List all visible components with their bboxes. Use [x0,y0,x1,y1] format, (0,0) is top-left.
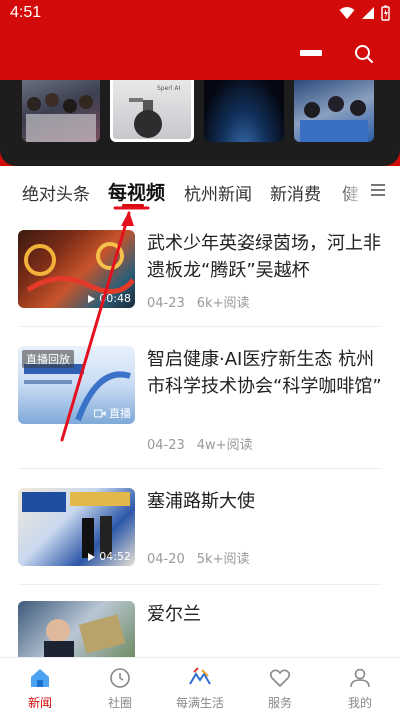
news-thumbnail: 00:48 [18,230,135,308]
signal-icon [362,7,374,19]
carousel-item-crowd[interactable] [22,80,100,142]
nav-label: 我的 [347,696,372,710]
tab-fade [338,174,364,208]
carousel-item-earth-space[interactable] [204,80,284,142]
news-item[interactable]: 爱尔兰 [18,601,382,657]
nav-profile[interactable]: 我的 [320,658,400,711]
carousel-section: Sperl AI [0,80,400,166]
play-icon [88,294,96,303]
play-icon [88,552,96,561]
news-date: 04-23 [147,296,185,311]
nav-community[interactable]: 社圈 [80,658,160,711]
status-bar: 4:51 [0,0,400,28]
news-date: 04-23 [147,438,185,453]
search-icon[interactable] [352,42,376,66]
news-date: 04-20 [147,552,185,567]
bottom-nav: 新闻 社圈 每满生活 服务 我的 [0,657,400,711]
status-time: 4:51 [10,4,42,21]
app-header [0,28,400,80]
nav-label: 服务 [267,696,292,710]
tab-video[interactable]: 每视频 [108,178,165,205]
menu-icon[interactable] [368,180,388,200]
news-title[interactable]: 武术少年英姿绿茵场，河上非遗板龙“腾跃”吴越杯 [147,230,382,284]
video-duration: 00:48 [87,292,131,305]
active-tab-indicator [122,204,144,207]
video-duration: 04:52 [87,550,131,563]
news-thumbnail: 04:52 [18,488,135,566]
news-title[interactable]: 塞浦路斯大使 [147,488,382,515]
svg-text:Sperl AI: Sperl AI [157,85,180,92]
live-label: 直播 [94,405,131,421]
news-reads: 4w+阅读 [196,438,253,453]
tab-new-consumption[interactable]: 新消费 [270,180,321,205]
replay-badge: 直播回放 [22,350,74,368]
nav-label: 新闻 [27,696,52,710]
clock-icon [110,668,130,688]
logo-icon [189,667,211,685]
status-icons [339,5,390,21]
news-meta: 04-23 6k+阅读 [147,292,249,311]
user-icon [350,668,370,688]
news-meta: 04-20 5k+阅读 [147,548,249,567]
news-reads: 6k+阅读 [196,296,250,311]
nav-label: 每满生活 [175,696,224,710]
divider [18,326,382,327]
news-reads: 5k+阅读 [196,552,250,567]
crowd-image [26,93,96,142]
news-thumbnail: 直播回放 直播 [18,346,135,424]
heart-icon [269,669,291,688]
minus-icon[interactable] [300,50,322,56]
news-title[interactable]: 爱尔兰 [147,601,382,628]
news-item[interactable]: 00:48 武术少年英姿绿茵场，河上非遗板龙“腾跃”吴越杯 04-23 6k+阅读 [18,230,382,311]
wifi-icon [339,7,355,19]
carousel-item-students[interactable] [294,80,374,142]
carousel[interactable]: Sperl AI [0,80,400,166]
home-icon [31,669,49,687]
news-thumbnail [18,601,135,657]
divider [18,468,382,469]
students-image [300,96,368,142]
news-meta: 04-23 4w+阅读 [147,434,253,453]
tab-headline[interactable]: 绝对头条 [22,180,90,205]
news-item[interactable]: 直播回放 直播 智启健康·AI医疗新生态 杭州市科学技术协会“科学咖啡馆” 04… [18,346,382,453]
nav-life[interactable]: 每满生活 [160,658,240,711]
news-title[interactable]: 智启健康·AI医疗新生态 杭州市科学技术协会“科学咖啡馆” [147,346,382,400]
divider [18,584,382,585]
nav-service[interactable]: 服务 [240,658,320,711]
video-camera-icon [94,409,106,417]
carousel-item-robot-arm[interactable]: Sperl AI [110,80,194,142]
channel-tabs: 绝对头条 每视频 杭州新闻 新消费 健 [0,166,400,216]
news-item[interactable]: 04:52 塞浦路斯大使 04-20 5k+阅读 [18,488,382,567]
nav-label: 社圈 [107,696,132,710]
nav-news[interactable]: 新闻 [0,658,80,711]
ireland-image [44,614,126,657]
tab-hangzhou-news[interactable]: 杭州新闻 [184,180,252,205]
robot-arm-image: Sperl AI [129,85,180,138]
battery-icon [381,5,390,21]
